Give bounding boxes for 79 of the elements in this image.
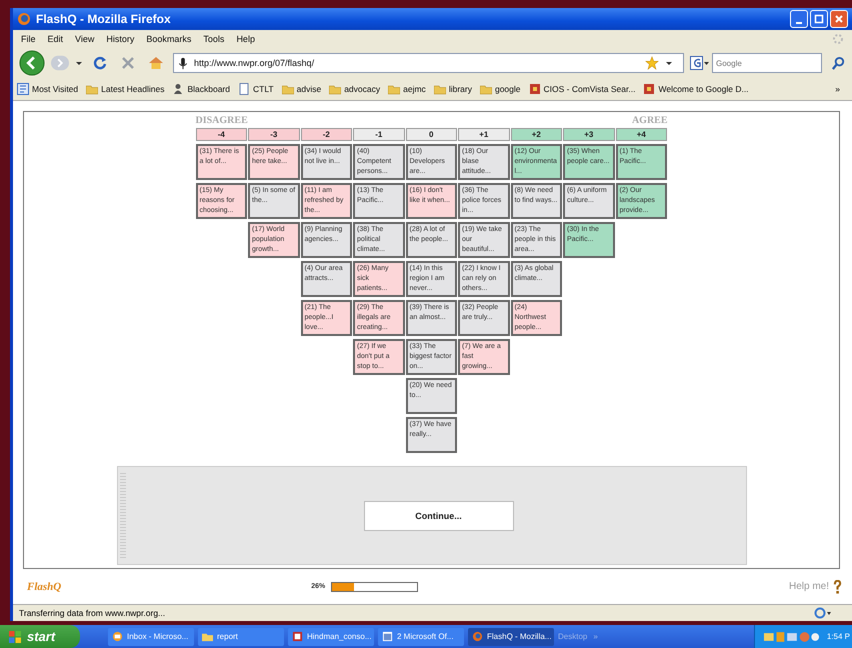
column-header: +4: [616, 128, 667, 141]
question-mark-icon[interactable]: [833, 580, 842, 594]
address-field[interactable]: http://www.nwpr.org/07/flashq/: [173, 53, 684, 73]
network-icon: [814, 607, 832, 619]
app-icon: [528, 83, 540, 95]
menu-item[interactable]: Tools: [203, 34, 224, 44]
bookmark-item[interactable]: advocacy: [329, 83, 380, 95]
bookmark-item[interactable]: library: [434, 83, 472, 95]
star-icon[interactable]: [645, 56, 659, 70]
maximize-button[interactable]: [810, 10, 828, 28]
reload-icon[interactable]: [92, 55, 108, 71]
bookmark-item[interactable]: aejmc: [388, 83, 426, 95]
close-button[interactable]: [830, 10, 848, 28]
folder-icon: [388, 83, 400, 95]
column-header: 0: [406, 128, 457, 141]
menu-item[interactable]: File: [21, 34, 36, 44]
column-header: +3: [563, 128, 614, 141]
folder-icon: [86, 83, 98, 95]
folder-icon: [202, 631, 213, 642]
throbber-icon: [832, 33, 844, 45]
list-page-icon: [17, 83, 29, 95]
column-header: -2: [300, 128, 352, 141]
minimize-button[interactable]: [790, 10, 808, 28]
globe-icon: [17, 12, 31, 26]
flashq-logo: FlashQ: [27, 580, 62, 592]
bookmark-item[interactable]: CTLT: [238, 83, 274, 95]
maximize-icon: [814, 14, 824, 24]
windows-flag-icon: [8, 630, 22, 644]
menu-item[interactable]: Bookmarks: [146, 34, 192, 44]
clock: 1:54 P: [826, 632, 850, 641]
bookmark-item[interactable]: Most Visited: [17, 83, 78, 95]
minimize-icon: [796, 22, 802, 24]
status-text: Transferring data from www.nwpr.org...: [19, 608, 166, 618]
start-button[interactable]: start: [0, 625, 80, 648]
bookmark-item[interactable]: advise: [282, 83, 322, 95]
microphone-icon: [178, 56, 188, 70]
globe-icon: [472, 631, 483, 642]
close-icon: [834, 14, 844, 24]
envelope-icon: [112, 631, 123, 642]
menu-item[interactable]: History: [106, 34, 134, 44]
column-header: -4: [196, 128, 247, 141]
search-engine-icon[interactable]: [690, 56, 710, 70]
search-field[interactable]: Google: [712, 53, 822, 73]
window-icon: [382, 631, 393, 642]
taskbar-item[interactable]: Inbox - Microso...: [108, 628, 194, 646]
taskbar-item[interactable]: report: [198, 628, 284, 646]
dropdown-caret-icon[interactable]: [75, 59, 83, 67]
column-header: +2: [510, 128, 562, 141]
column-header: -3: [248, 128, 300, 141]
back-button[interactable]: [19, 50, 45, 76]
tray-icons[interactable]: [762, 630, 821, 642]
app-icon: [643, 83, 656, 95]
agree-label: AGREE: [632, 115, 668, 128]
folder-icon: [282, 83, 294, 95]
page-icon: [238, 83, 250, 95]
person-icon: [172, 83, 184, 95]
more-bookmarks-button[interactable]: »: [835, 84, 848, 94]
bookmark-item[interactable]: google: [480, 83, 520, 95]
disagree-label: DISAGREE: [196, 115, 248, 128]
menu-item[interactable]: Help: [236, 34, 255, 44]
document-icon: [292, 631, 303, 642]
column-header: -1: [353, 128, 404, 141]
taskbar-item[interactable]: FlashQ - Mozilla...: [468, 628, 554, 646]
window-title: FlashQ - Mozilla Firefox: [36, 12, 172, 26]
folder-icon: [480, 83, 492, 95]
folder-icon: [434, 83, 446, 95]
folder-icon: [329, 83, 342, 95]
taskbar-item[interactable]: Hindman_conso...: [288, 628, 374, 646]
bookmark-item[interactable]: Blackboard: [172, 83, 230, 95]
search-icon[interactable]: [831, 56, 846, 70]
menu-item[interactable]: Edit: [48, 34, 64, 44]
continue-button[interactable]: Continue...: [364, 500, 514, 530]
taskbar-item[interactable]: 2 Microsoft Of...: [378, 628, 464, 646]
column-header: +1: [458, 128, 510, 141]
bookmark-item[interactable]: Welcome to Google D...: [643, 83, 749, 95]
bookmark-item[interactable]: Latest Headlines: [86, 83, 164, 95]
bookmark-item[interactable]: CIOS - ComVista Sear...: [528, 83, 636, 95]
dropdown-caret-icon[interactable]: [665, 59, 673, 67]
menu-item[interactable]: View: [75, 34, 94, 44]
